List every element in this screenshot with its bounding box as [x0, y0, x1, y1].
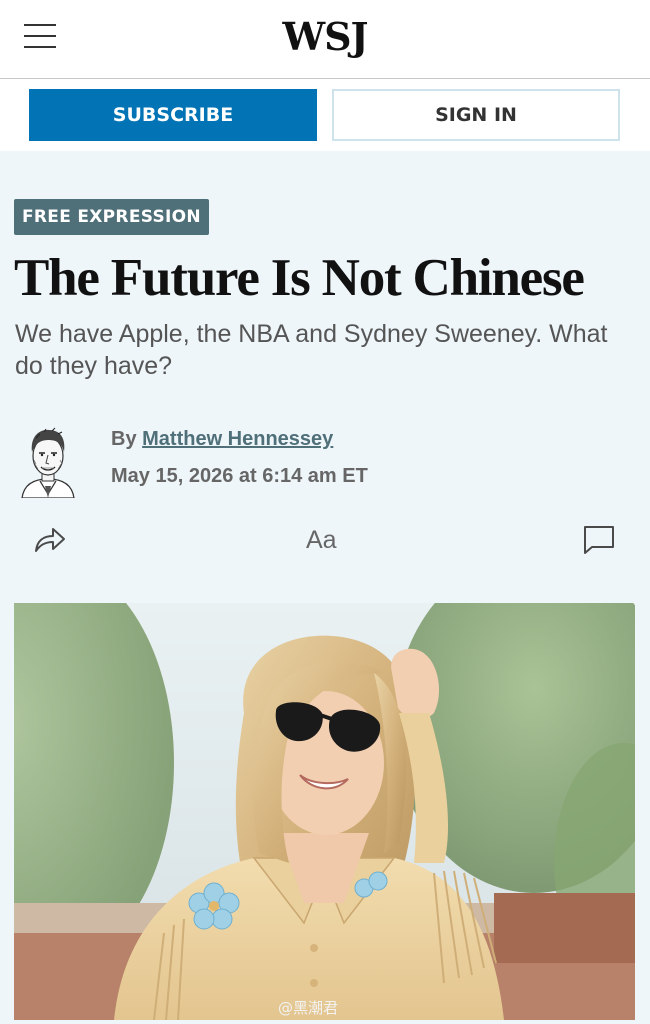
- comment-bubble-glyph: [584, 526, 614, 554]
- subscribe-button[interactable]: SUBSCRIBE: [29, 89, 317, 141]
- auth-bar: SUBSCRIBE SIGN IN: [0, 79, 650, 151]
- share-arrow-glyph: [35, 528, 65, 552]
- wsj-logo[interactable]: WSJ: [0, 14, 650, 59]
- author-link[interactable]: Matthew Hennessey: [142, 428, 333, 450]
- byline: By Matthew Hennessey: [111, 428, 333, 451]
- article-headline: The Future Is Not Chinese: [14, 249, 585, 307]
- watermark-text: @黑潮君: [278, 999, 339, 1017]
- share-icon[interactable]: [33, 524, 67, 554]
- top-navigation-bar: WSJ: [0, 0, 650, 79]
- comment-icon[interactable]: [582, 524, 616, 556]
- hero-photo-illustration: [14, 603, 635, 1020]
- section-badge[interactable]: FREE EXPRESSION: [14, 199, 209, 235]
- article-hero-photo[interactable]: [14, 603, 635, 1020]
- author-portrait-sketch: [21, 427, 75, 499]
- text-size-icon[interactable]: Aa: [306, 526, 337, 555]
- byline-prefix: By: [111, 428, 143, 450]
- publish-date: May 15, 2026 at 6:14 am ET: [111, 465, 368, 487]
- article-dek: We have Apple, the NBA and Sydney Sweene…: [15, 320, 608, 380]
- author-avatar[interactable]: [18, 424, 78, 499]
- sign-in-button[interactable]: SIGN IN: [332, 89, 620, 141]
